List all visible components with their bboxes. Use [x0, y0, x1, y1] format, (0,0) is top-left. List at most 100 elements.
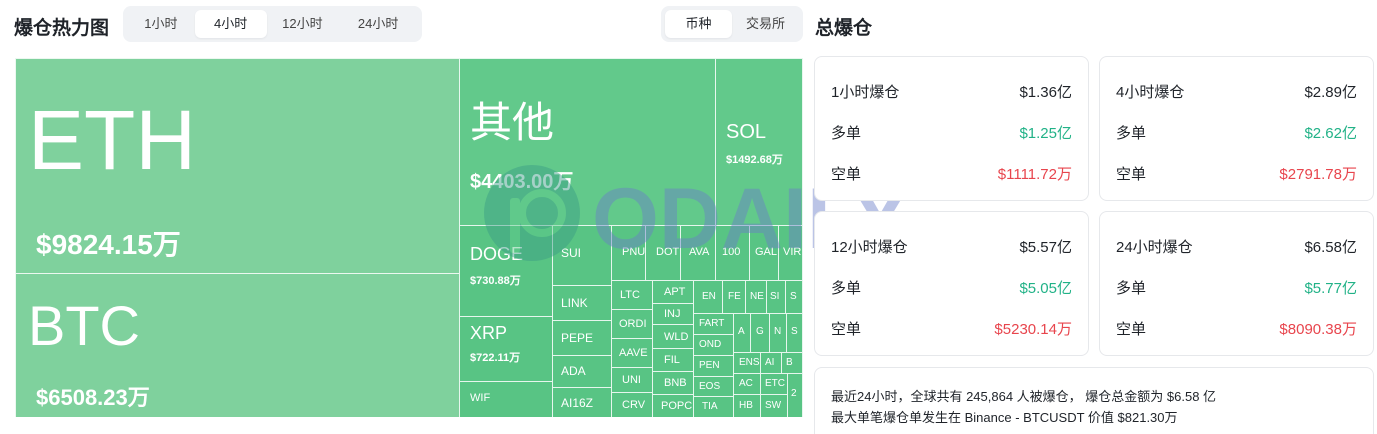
cell-name: SW	[765, 400, 782, 411]
tab-1h[interactable]: 1小时	[127, 10, 195, 38]
treemap-cell-n[interactable]: N	[769, 313, 787, 353]
cell-name: HB	[739, 400, 753, 411]
treemap-cell-other[interactable]: 其他 $4403.00万	[459, 58, 716, 226]
card-total: $1.36亿	[1019, 84, 1072, 101]
treemap-cell-fil[interactable]: FIL	[652, 348, 694, 372]
treemap-cell-pepe[interactable]: PEPE	[552, 320, 612, 356]
summary-line-1: 最近24小时，全球共有 245,864 人被爆仓， 爆仓总金额为 $6.58 亿	[831, 389, 1217, 404]
long-label: 多单	[831, 280, 862, 297]
treemap-cell-eth[interactable]: ETH $9824.15万	[15, 58, 460, 274]
treemap-cell-b[interactable]: B	[781, 352, 803, 374]
treemap-cell-etc[interactable]: ETC	[760, 373, 788, 395]
short-label: 空单	[1116, 321, 1147, 338]
treemap-cell-g[interactable]: G	[750, 313, 770, 353]
card-period: 24小时爆仓	[1116, 239, 1193, 256]
cell-name: OND	[699, 339, 722, 350]
short-label: 空单	[831, 321, 862, 338]
stat-card-12h: 12小时爆仓 $5.57亿 多单 $5.05亿 空单 $5230.14万	[814, 211, 1089, 356]
treemap-cell-s1[interactable]: S	[785, 280, 803, 314]
treemap-cell-ava[interactable]: AVA	[680, 225, 716, 281]
treemap-cell-eos[interactable]: EOS	[693, 376, 734, 397]
long-value: $2.62亿	[1304, 125, 1357, 142]
card-total: $2.89亿	[1304, 84, 1357, 101]
cell-name: ENS	[739, 357, 760, 368]
tab-12h[interactable]: 12小时	[267, 10, 339, 38]
tab-4h[interactable]: 4小时	[194, 10, 267, 38]
cell-name: WIF	[470, 392, 491, 404]
cell-name: FART	[699, 318, 725, 329]
treemap-cell-sol[interactable]: SOL $1492.68万	[715, 58, 803, 226]
cell-name: POPC	[661, 400, 693, 412]
card-total: $5.57亿	[1019, 239, 1072, 256]
treemap-cell-ltc[interactable]: LTC	[611, 280, 653, 310]
cell-name: FIL	[664, 354, 680, 366]
treemap-cell-apt[interactable]: APT	[652, 280, 694, 304]
cell-name: TIA	[702, 401, 718, 412]
treemap-cell-crv[interactable]: CRV	[611, 392, 653, 417]
treemap-cell-2[interactable]: 2	[787, 373, 803, 417]
short-label: 空单	[1116, 166, 1147, 183]
cell-name: AI16Z	[561, 396, 594, 410]
treemap-cell-pnut[interactable]: PNU	[611, 225, 646, 281]
summary-line-2: 最大单笔爆仓单发生在 Binance - BTCUSDT 价值 $821.30万	[831, 410, 1178, 425]
treemap-cell-fe[interactable]: FE	[722, 280, 746, 314]
treemap-cell-fart[interactable]: FART	[693, 313, 734, 335]
treemap-cell-ai16z[interactable]: AI16Z	[552, 387, 612, 417]
treemap-cell-popc[interactable]: POPC	[652, 394, 694, 417]
treemap-cell-sw[interactable]: SW	[760, 394, 788, 417]
card-period: 4小时爆仓	[1116, 84, 1185, 101]
cell-name: PNU	[622, 246, 646, 258]
cell-name: DOT	[656, 246, 680, 258]
cell-name: BNB	[664, 377, 687, 389]
treemap-cell-ac[interactable]: AC	[733, 373, 761, 395]
long-value: $5.05亿	[1019, 280, 1072, 297]
treemap-cell-vir[interactable]: VIR	[778, 225, 803, 281]
treemap-cell-hb[interactable]: HB	[733, 394, 761, 417]
heatmap-title: 爆仓热力图	[14, 18, 110, 39]
treemap-cell-wif[interactable]: WIF	[459, 381, 553, 417]
cell-name: A	[738, 326, 745, 337]
treemap-cell-doge[interactable]: DOGE $730.88万	[459, 225, 553, 317]
treemap-cell-en[interactable]: EN	[693, 280, 723, 314]
treemap-cell-ond[interactable]: OND	[693, 334, 734, 356]
treemap-cell-a[interactable]: A	[733, 313, 751, 353]
tab-by-coin[interactable]: 币种	[665, 10, 732, 38]
group-by-selector: 币种 交易所	[661, 6, 803, 42]
treemap-cell-inj[interactable]: INJ	[652, 303, 694, 325]
treemap-cell-uni[interactable]: UNI	[611, 367, 653, 393]
cell-name: BTC	[28, 294, 140, 357]
cell-name: VIR	[783, 246, 802, 258]
treemap-cell-ada[interactable]: ADA	[552, 355, 612, 388]
cell-name: SI	[770, 291, 780, 302]
long-label: 多单	[1116, 125, 1147, 142]
cell-value: $6508.23万	[36, 385, 150, 410]
treemap-cell-ens[interactable]: ENS	[733, 352, 761, 374]
treemap-cell-ai[interactable]: AI	[760, 352, 782, 374]
cell-name: CRV	[622, 399, 646, 411]
treemap-cell-link[interactable]: LINK	[552, 285, 612, 321]
treemap-cell-btc[interactable]: BTC $6508.23万	[15, 273, 460, 417]
treemap-cell-1000[interactable]: 100	[715, 225, 750, 281]
treemap-cell-wld[interactable]: WLD	[652, 324, 694, 349]
treemap-cell-gal[interactable]: GAL	[749, 225, 779, 281]
tab-24h[interactable]: 24小时	[338, 10, 418, 38]
treemap-cell-sui[interactable]: SUI	[552, 225, 612, 286]
card-period: 1小时爆仓	[831, 84, 900, 101]
short-value: $1111.72万	[997, 166, 1072, 183]
cell-name: WLD	[664, 331, 689, 343]
treemap-cell-aave[interactable]: AAVE	[611, 338, 653, 368]
treemap-cell-ne[interactable]: NE	[745, 280, 767, 314]
tab-by-exchange[interactable]: 交易所	[732, 10, 799, 38]
treemap-cell-si[interactable]: SI	[766, 280, 786, 314]
treemap-cell-pen[interactable]: PEN	[693, 355, 734, 377]
cell-name: FE	[728, 291, 741, 302]
treemap-cell-dot[interactable]: DOT	[645, 225, 681, 281]
treemap-cell-tia[interactable]: TIA	[693, 396, 734, 417]
treemap-cell-ordi[interactable]: ORDI	[611, 309, 653, 339]
treemap-cell-bnb[interactable]: BNB	[652, 371, 694, 395]
treemap-cell-s2[interactable]: S	[786, 313, 803, 353]
stat-card-1h: 1小时爆仓 $1.36亿 多单 $1.25亿 空单 $1111.72万	[814, 56, 1089, 201]
cell-name: ETC	[765, 378, 785, 389]
treemap-cell-xrp[interactable]: XRP $722.11万	[459, 316, 553, 382]
cell-name: S	[791, 326, 798, 337]
